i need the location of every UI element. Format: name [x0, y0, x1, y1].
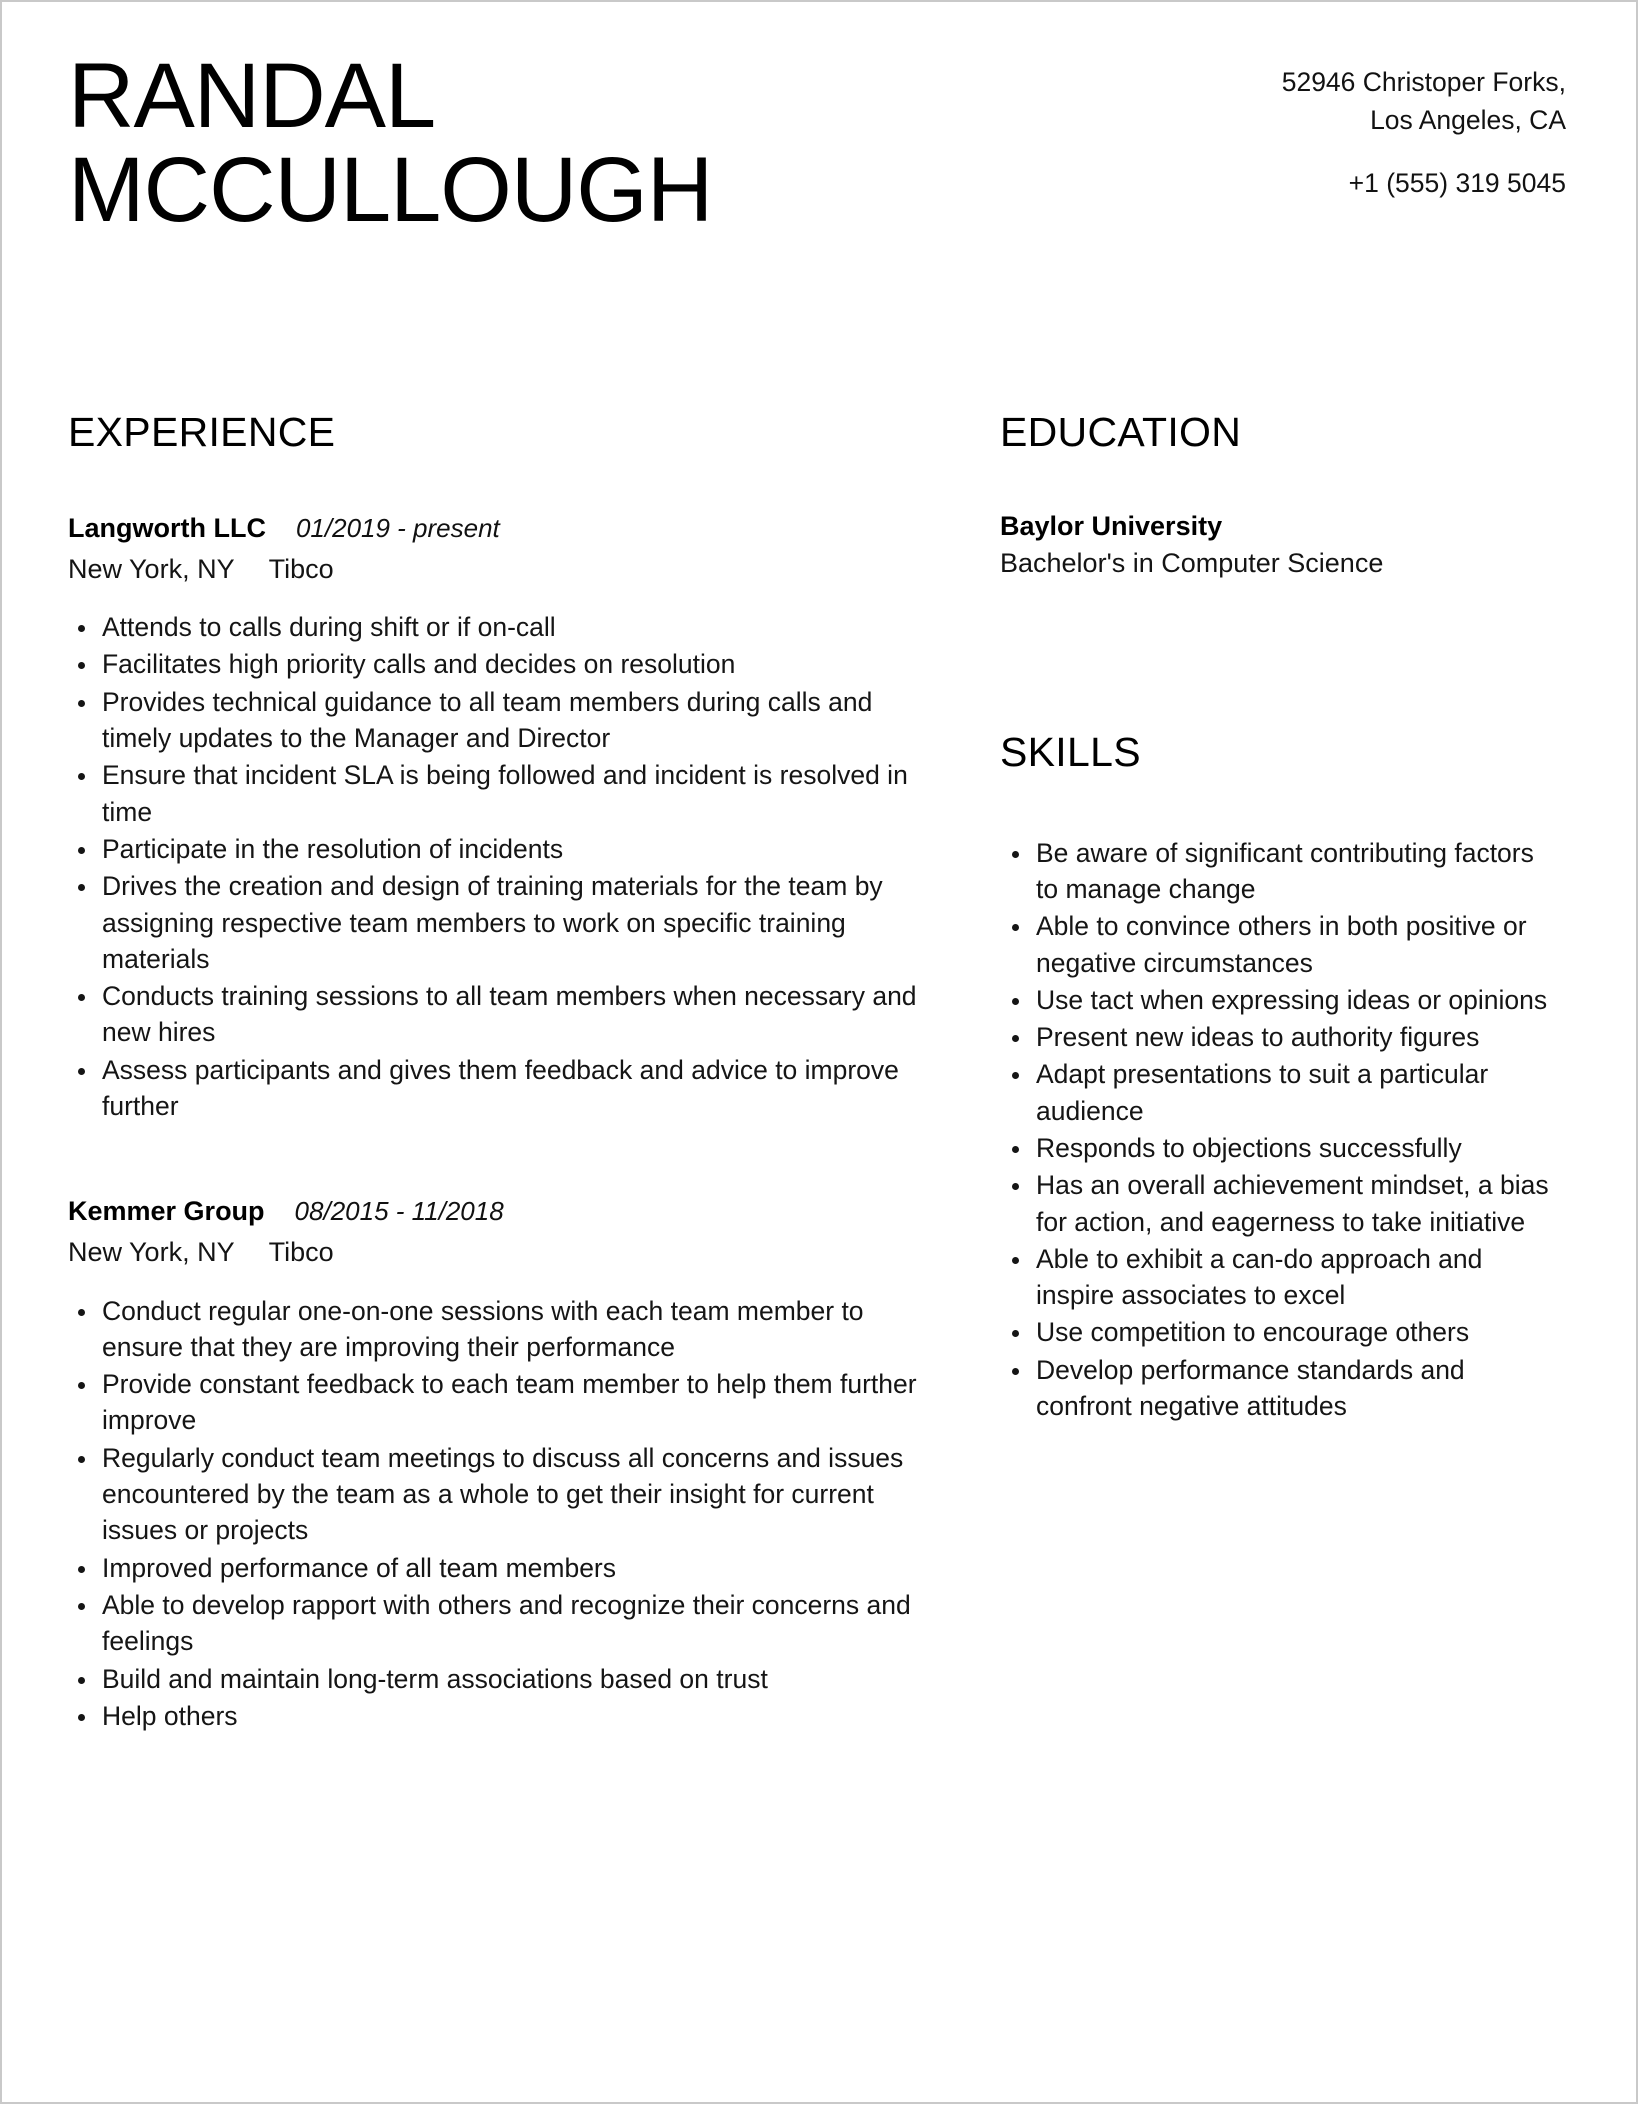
- list-item: Provides technical guidance to all team …: [68, 684, 948, 757]
- name-line-last: MCCULLOUGH: [68, 138, 713, 241]
- list-item: Help others: [68, 1698, 948, 1734]
- experience-dates: 08/2015 - 11/2018: [294, 1196, 504, 1227]
- list-item: Provide constant feedback to each team m…: [68, 1366, 948, 1439]
- contact-address-line1: 52946 Christoper Forks,: [1281, 67, 1566, 97]
- education-institution: Baylor University: [1000, 511, 1223, 541]
- experience-organization: Langworth LLC: [68, 513, 266, 543]
- experience-entry: Langworth LLC 01/2019 - present New York…: [68, 511, 948, 1124]
- list-item: Able to develop rapport with others and …: [68, 1587, 948, 1660]
- list-item: Conducts training sessions to all team m…: [68, 978, 948, 1051]
- name-line-first: RANDAL: [68, 45, 436, 147]
- list-item: Ensure that incident SLA is being follow…: [68, 757, 948, 830]
- list-item: Regularly conduct team meetings to discu…: [68, 1440, 948, 1549]
- list-item: Participate in the resolution of inciden…: [68, 831, 948, 867]
- experience-entry: Kemmer Group 08/2015 - 11/2018 New York,…: [68, 1194, 948, 1734]
- experience-client: Tibco: [268, 1237, 334, 1268]
- skills-section: SKILLS Be aware of significant contribut…: [1000, 728, 1560, 1425]
- experience-subline: New York, NY Tibco: [68, 552, 948, 587]
- experience-organization: Kemmer Group: [68, 1196, 265, 1227]
- experience-dates: 01/2019 - present: [295, 513, 500, 543]
- list-item: Use competition to encourage others: [1000, 1314, 1560, 1350]
- experience-location: New York, NY: [68, 554, 235, 585]
- education-section: EDUCATION Baylor University Bachelor's i…: [1000, 412, 1560, 582]
- contact-phone: +1 (555) 319 5045: [1348, 168, 1566, 199]
- subline-separator: [235, 1235, 269, 1270]
- list-item: Responds to objections successfully: [1000, 1130, 1560, 1166]
- section-title-education: EDUCATION: [1000, 409, 1242, 455]
- list-item: Attends to calls during shift or if on-c…: [68, 609, 948, 645]
- list-item: Has an overall achievement mindset, a bi…: [1000, 1167, 1560, 1240]
- section-title-skills: SKILLS: [1000, 728, 1141, 775]
- list-item: Able to convince others in both positive…: [1000, 908, 1560, 981]
- list-item: Improved performance of all team members: [68, 1550, 948, 1586]
- education-entry: Baylor University Bachelor's in Computer…: [1000, 511, 1560, 582]
- sidebar-column: EDUCATION Baylor University Bachelor's i…: [1000, 412, 1560, 1425]
- list-item: Adapt presentations to suit a particular…: [1000, 1056, 1560, 1129]
- experience-entry-headline: Kemmer Group 08/2015 - 11/2018: [68, 1194, 948, 1229]
- list-item: Drives the creation and design of traini…: [68, 868, 948, 977]
- list-item: Conduct regular one-on-one sessions with…: [68, 1293, 948, 1366]
- resume-page: RANDAL MCCULLOUGH 52946 Christoper Forks…: [0, 0, 1638, 2104]
- subline-separator: [235, 552, 269, 587]
- list-item: Facilitates high priority calls and deci…: [68, 646, 948, 682]
- experience-bullets: Conduct regular one-on-one sessions with…: [68, 1293, 948, 1735]
- resume-header: RANDAL MCCULLOUGH 52946 Christoper Forks…: [2, 2, 1636, 238]
- contact-info: 52946 Christoper Forks, Los Angeles, CA …: [1282, 50, 1566, 203]
- experience-location: New York, NY: [68, 1237, 235, 1268]
- list-item: Build and maintain long-term association…: [68, 1661, 948, 1697]
- contact-spacer: [1282, 139, 1566, 165]
- experience-entry-headline: Langworth LLC 01/2019 - present: [68, 511, 948, 546]
- skills-list: Be aware of significant contributing fac…: [1000, 835, 1560, 1425]
- education-degree: Bachelor's in Computer Science: [1000, 548, 1384, 578]
- list-item: Be aware of significant contributing fac…: [1000, 835, 1560, 908]
- experience-bullets: Attends to calls during shift or if on-c…: [68, 609, 948, 1124]
- experience-subline: New York, NY Tibco: [68, 1235, 948, 1270]
- section-title-experience: EXPERIENCE: [68, 409, 336, 455]
- experience-client: Tibco: [268, 554, 334, 585]
- list-item: Assess participants and gives them feedb…: [68, 1052, 948, 1125]
- list-item: Develop performance standards and confro…: [1000, 1352, 1560, 1425]
- experience-column: EXPERIENCE Langworth LLC 01/2019 - prese…: [68, 412, 948, 1735]
- resume-body: EXPERIENCE Langworth LLC 01/2019 - prese…: [2, 412, 1636, 1735]
- list-item: Able to exhibit a can-do approach and in…: [1000, 1241, 1560, 1314]
- contact-address-line2: Los Angeles, CA: [1370, 104, 1566, 135]
- candidate-name: RANDAL MCCULLOUGH: [68, 45, 713, 241]
- list-item: Present new ideas to authority figures: [1000, 1019, 1560, 1055]
- list-item: Use tact when expressing ideas or opinio…: [1000, 982, 1560, 1018]
